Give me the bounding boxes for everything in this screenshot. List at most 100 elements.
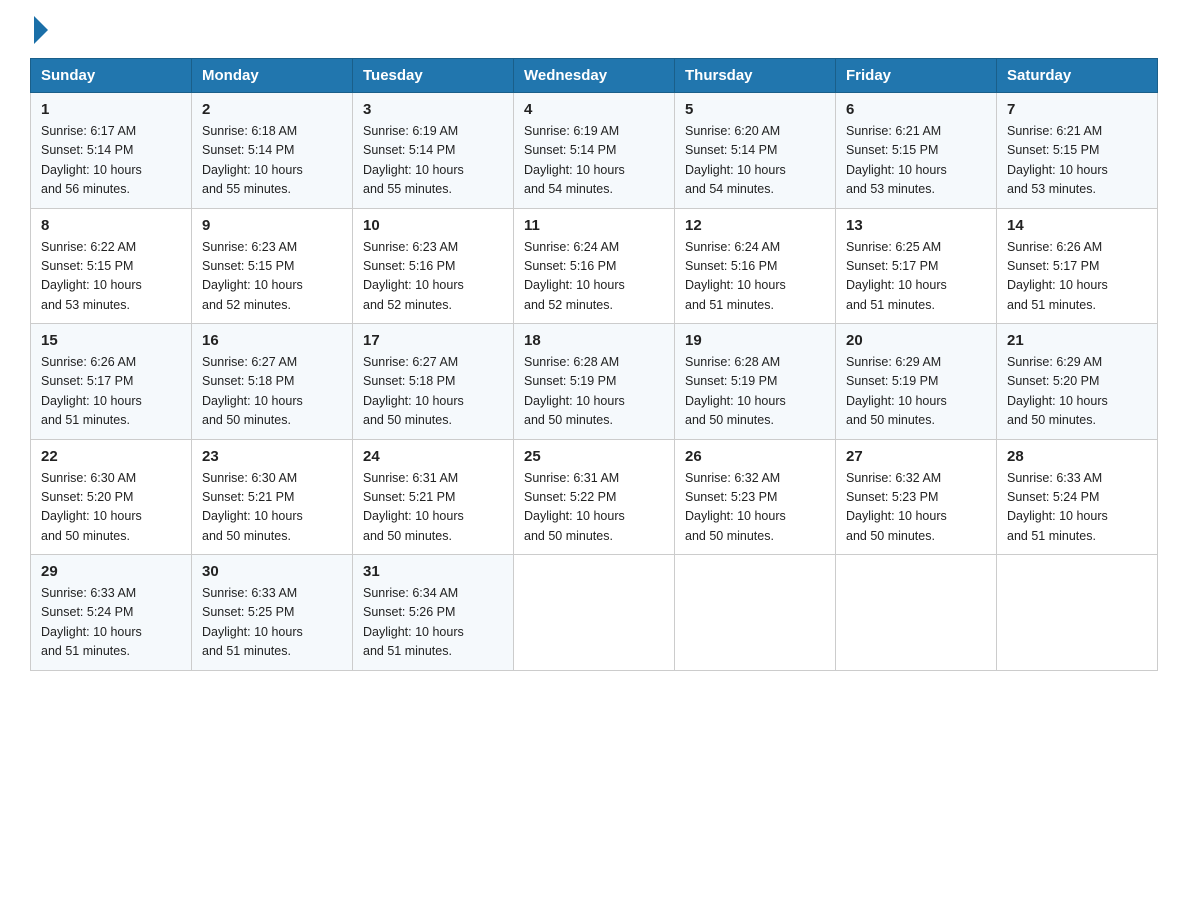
day-info: Sunrise: 6:18 AMSunset: 5:14 PMDaylight:…: [202, 124, 303, 196]
day-number: 15: [41, 332, 181, 349]
header-cell-wednesday: Wednesday: [514, 59, 675, 93]
header-cell-sunday: Sunday: [31, 59, 192, 93]
calendar-week-row: 1 Sunrise: 6:17 AMSunset: 5:14 PMDayligh…: [31, 93, 1158, 209]
day-info: Sunrise: 6:20 AMSunset: 5:14 PMDaylight:…: [685, 124, 786, 196]
day-info: Sunrise: 6:19 AMSunset: 5:14 PMDaylight:…: [524, 124, 625, 196]
day-info: Sunrise: 6:24 AMSunset: 5:16 PMDaylight:…: [524, 240, 625, 312]
day-number: 20: [846, 332, 986, 349]
calendar-cell: 5 Sunrise: 6:20 AMSunset: 5:14 PMDayligh…: [675, 93, 836, 209]
calendar-cell: 31 Sunrise: 6:34 AMSunset: 5:26 PMDaylig…: [353, 555, 514, 671]
day-info: Sunrise: 6:24 AMSunset: 5:16 PMDaylight:…: [685, 240, 786, 312]
calendar-cell: 3 Sunrise: 6:19 AMSunset: 5:14 PMDayligh…: [353, 93, 514, 209]
day-info: Sunrise: 6:28 AMSunset: 5:19 PMDaylight:…: [524, 355, 625, 427]
calendar-week-row: 29 Sunrise: 6:33 AMSunset: 5:24 PMDaylig…: [31, 555, 1158, 671]
header-cell-monday: Monday: [192, 59, 353, 93]
day-number: 10: [363, 217, 503, 234]
calendar-cell: 7 Sunrise: 6:21 AMSunset: 5:15 PMDayligh…: [997, 93, 1158, 209]
header-cell-thursday: Thursday: [675, 59, 836, 93]
header-cell-friday: Friday: [836, 59, 997, 93]
day-info: Sunrise: 6:30 AMSunset: 5:21 PMDaylight:…: [202, 471, 303, 543]
calendar-cell: [997, 555, 1158, 671]
calendar-table: SundayMondayTuesdayWednesdayThursdayFrid…: [30, 58, 1158, 671]
day-info: Sunrise: 6:33 AMSunset: 5:24 PMDaylight:…: [41, 586, 142, 658]
header-row: SundayMondayTuesdayWednesdayThursdayFrid…: [31, 59, 1158, 93]
day-number: 2: [202, 101, 342, 118]
calendar-cell: 27 Sunrise: 6:32 AMSunset: 5:23 PMDaylig…: [836, 439, 997, 555]
day-number: 29: [41, 563, 181, 580]
day-number: 26: [685, 448, 825, 465]
calendar-cell: 17 Sunrise: 6:27 AMSunset: 5:18 PMDaylig…: [353, 324, 514, 440]
day-number: 9: [202, 217, 342, 234]
day-info: Sunrise: 6:29 AMSunset: 5:19 PMDaylight:…: [846, 355, 947, 427]
calendar-body: 1 Sunrise: 6:17 AMSunset: 5:14 PMDayligh…: [31, 93, 1158, 671]
calendar-cell: 22 Sunrise: 6:30 AMSunset: 5:20 PMDaylig…: [31, 439, 192, 555]
day-info: Sunrise: 6:21 AMSunset: 5:15 PMDaylight:…: [846, 124, 947, 196]
calendar-cell: 29 Sunrise: 6:33 AMSunset: 5:24 PMDaylig…: [31, 555, 192, 671]
day-number: 18: [524, 332, 664, 349]
day-info: Sunrise: 6:23 AMSunset: 5:16 PMDaylight:…: [363, 240, 464, 312]
day-number: 7: [1007, 101, 1147, 118]
day-number: 21: [1007, 332, 1147, 349]
day-number: 28: [1007, 448, 1147, 465]
day-number: 1: [41, 101, 181, 118]
day-number: 17: [363, 332, 503, 349]
day-info: Sunrise: 6:23 AMSunset: 5:15 PMDaylight:…: [202, 240, 303, 312]
calendar-cell: 12 Sunrise: 6:24 AMSunset: 5:16 PMDaylig…: [675, 208, 836, 324]
day-number: 13: [846, 217, 986, 234]
calendar-cell: 23 Sunrise: 6:30 AMSunset: 5:21 PMDaylig…: [192, 439, 353, 555]
header-cell-saturday: Saturday: [997, 59, 1158, 93]
day-info: Sunrise: 6:27 AMSunset: 5:18 PMDaylight:…: [202, 355, 303, 427]
calendar-cell: 1 Sunrise: 6:17 AMSunset: 5:14 PMDayligh…: [31, 93, 192, 209]
day-info: Sunrise: 6:17 AMSunset: 5:14 PMDaylight:…: [41, 124, 142, 196]
calendar-cell: 15 Sunrise: 6:26 AMSunset: 5:17 PMDaylig…: [31, 324, 192, 440]
calendar-cell: 9 Sunrise: 6:23 AMSunset: 5:15 PMDayligh…: [192, 208, 353, 324]
calendar-cell: [675, 555, 836, 671]
day-info: Sunrise: 6:26 AMSunset: 5:17 PMDaylight:…: [1007, 240, 1108, 312]
day-info: Sunrise: 6:22 AMSunset: 5:15 PMDaylight:…: [41, 240, 142, 312]
header-cell-tuesday: Tuesday: [353, 59, 514, 93]
calendar-cell: 18 Sunrise: 6:28 AMSunset: 5:19 PMDaylig…: [514, 324, 675, 440]
day-info: Sunrise: 6:33 AMSunset: 5:24 PMDaylight:…: [1007, 471, 1108, 543]
day-info: Sunrise: 6:29 AMSunset: 5:20 PMDaylight:…: [1007, 355, 1108, 427]
calendar-cell: 2 Sunrise: 6:18 AMSunset: 5:14 PMDayligh…: [192, 93, 353, 209]
day-info: Sunrise: 6:27 AMSunset: 5:18 PMDaylight:…: [363, 355, 464, 427]
calendar-cell: 28 Sunrise: 6:33 AMSunset: 5:24 PMDaylig…: [997, 439, 1158, 555]
day-info: Sunrise: 6:34 AMSunset: 5:26 PMDaylight:…: [363, 586, 464, 658]
day-number: 8: [41, 217, 181, 234]
calendar-cell: [836, 555, 997, 671]
day-info: Sunrise: 6:21 AMSunset: 5:15 PMDaylight:…: [1007, 124, 1108, 196]
day-number: 31: [363, 563, 503, 580]
day-number: 14: [1007, 217, 1147, 234]
day-number: 22: [41, 448, 181, 465]
day-info: Sunrise: 6:31 AMSunset: 5:22 PMDaylight:…: [524, 471, 625, 543]
calendar-cell: 24 Sunrise: 6:31 AMSunset: 5:21 PMDaylig…: [353, 439, 514, 555]
calendar-cell: 21 Sunrise: 6:29 AMSunset: 5:20 PMDaylig…: [997, 324, 1158, 440]
day-info: Sunrise: 6:25 AMSunset: 5:17 PMDaylight:…: [846, 240, 947, 312]
logo-arrow-icon: [34, 16, 48, 44]
day-number: 5: [685, 101, 825, 118]
day-number: 23: [202, 448, 342, 465]
day-info: Sunrise: 6:28 AMSunset: 5:19 PMDaylight:…: [685, 355, 786, 427]
day-number: 30: [202, 563, 342, 580]
calendar-cell: 4 Sunrise: 6:19 AMSunset: 5:14 PMDayligh…: [514, 93, 675, 209]
calendar-week-row: 22 Sunrise: 6:30 AMSunset: 5:20 PMDaylig…: [31, 439, 1158, 555]
calendar-cell: 11 Sunrise: 6:24 AMSunset: 5:16 PMDaylig…: [514, 208, 675, 324]
day-number: 24: [363, 448, 503, 465]
day-info: Sunrise: 6:32 AMSunset: 5:23 PMDaylight:…: [846, 471, 947, 543]
calendar-header: SundayMondayTuesdayWednesdayThursdayFrid…: [31, 59, 1158, 93]
day-info: Sunrise: 6:32 AMSunset: 5:23 PMDaylight:…: [685, 471, 786, 543]
day-number: 12: [685, 217, 825, 234]
day-number: 27: [846, 448, 986, 465]
calendar-cell: 20 Sunrise: 6:29 AMSunset: 5:19 PMDaylig…: [836, 324, 997, 440]
calendar-cell: 25 Sunrise: 6:31 AMSunset: 5:22 PMDaylig…: [514, 439, 675, 555]
calendar-cell: 16 Sunrise: 6:27 AMSunset: 5:18 PMDaylig…: [192, 324, 353, 440]
day-number: 11: [524, 217, 664, 234]
day-number: 25: [524, 448, 664, 465]
day-number: 3: [363, 101, 503, 118]
day-info: Sunrise: 6:26 AMSunset: 5:17 PMDaylight:…: [41, 355, 142, 427]
calendar-cell: 14 Sunrise: 6:26 AMSunset: 5:17 PMDaylig…: [997, 208, 1158, 324]
calendar-week-row: 8 Sunrise: 6:22 AMSunset: 5:15 PMDayligh…: [31, 208, 1158, 324]
day-number: 19: [685, 332, 825, 349]
calendar-cell: 6 Sunrise: 6:21 AMSunset: 5:15 PMDayligh…: [836, 93, 997, 209]
calendar-cell: 10 Sunrise: 6:23 AMSunset: 5:16 PMDaylig…: [353, 208, 514, 324]
